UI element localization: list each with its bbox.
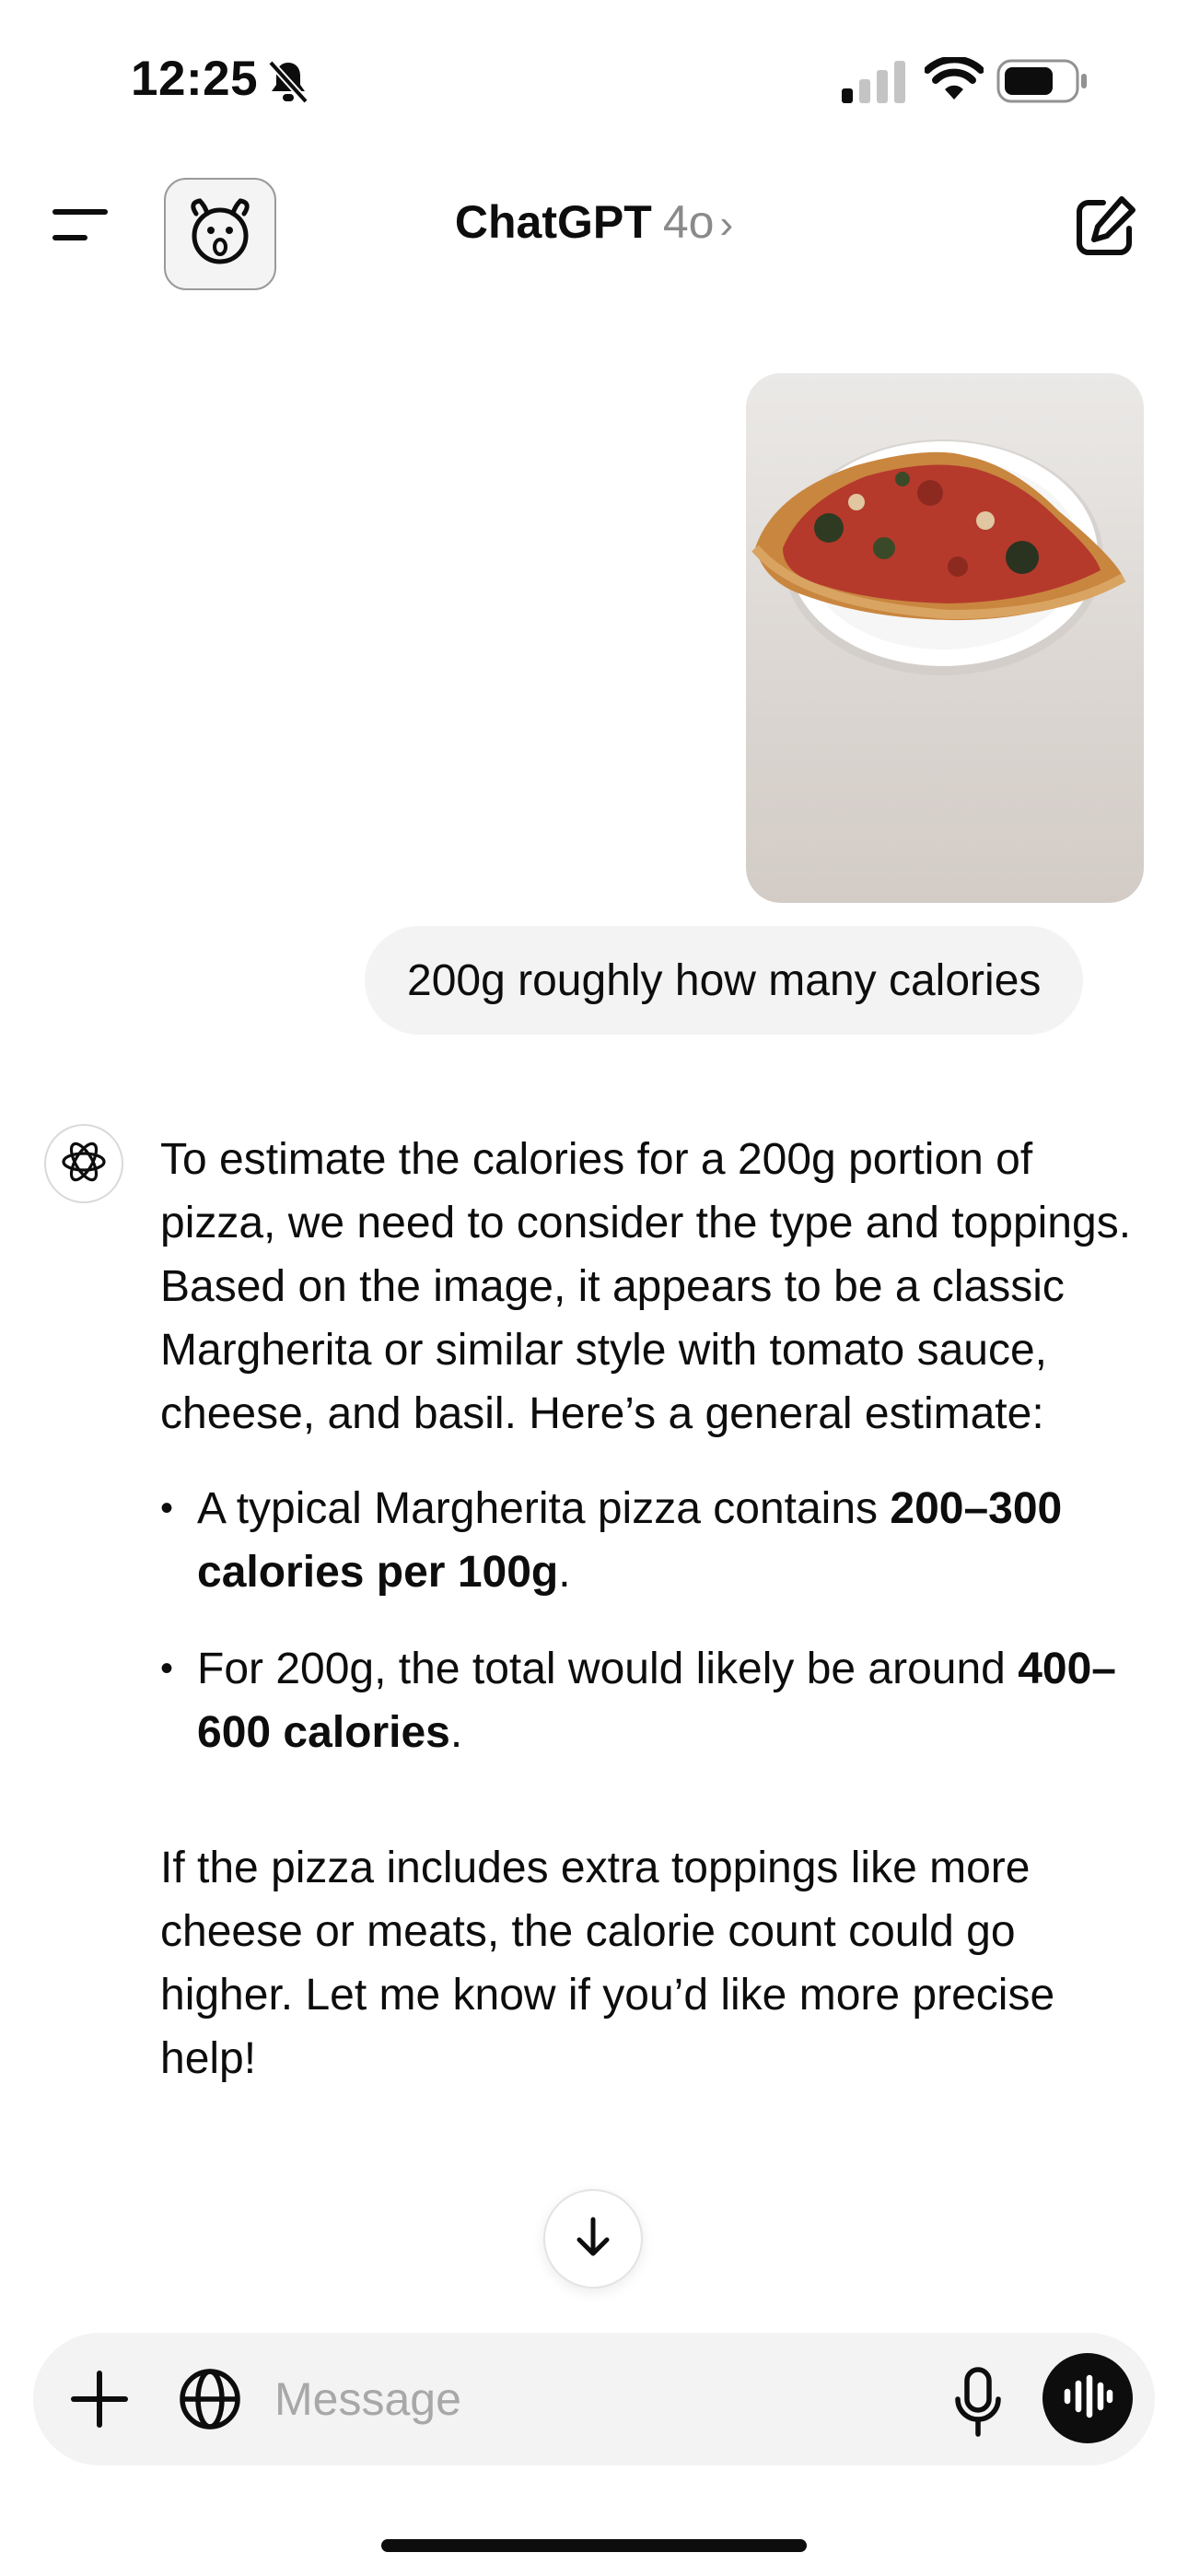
user-message-text: 200g roughly how many calories: [407, 955, 1042, 1005]
wifi-icon: [924, 55, 984, 106]
dictation-button[interactable]: [950, 2364, 1006, 2441]
list-item: A typical Margherita pizza contains 200–…: [160, 1477, 1136, 1604]
new-chat-button[interactable]: [1068, 190, 1142, 263]
assistant-closing: If the pizza includes extra toppings lik…: [160, 1844, 1055, 2083]
scroll-to-bottom-button[interactable]: [543, 2189, 643, 2289]
assistant-message: To estimate the calories for a 200g port…: [160, 1128, 1136, 2090]
microphone-icon: [950, 2367, 1006, 2445]
voice-wave-icon: [1062, 2374, 1113, 2423]
cellular-signal-icon: [842, 61, 906, 108]
openai-logo-icon: [58, 1136, 110, 1192]
assistant-avatar: [44, 1124, 123, 1203]
voice-mode-button[interactable]: [1042, 2353, 1133, 2443]
add-attachment-button[interactable]: [64, 2364, 134, 2434]
web-search-button[interactable]: [173, 2362, 247, 2436]
compose-icon: [1068, 196, 1142, 267]
assistant-bullet-list: A typical Margherita pizza contains 200–…: [160, 1477, 1136, 1764]
model-label: 4o: [662, 196, 715, 248]
battery-icon: [996, 59, 1089, 108]
message-input[interactable]: [274, 2359, 938, 2440]
plus-icon: [64, 2371, 134, 2438]
bullet-after: .: [558, 1548, 571, 1597]
bell-slash-icon: [267, 57, 309, 110]
home-indicator: [381, 2539, 807, 2552]
assistant-intro: To estimate the calories for a 200g port…: [160, 1135, 1132, 1438]
user-attached-image[interactable]: [746, 373, 1144, 903]
chat-title[interactable]: ChatGPT 4o ›: [0, 195, 1188, 249]
arrow-down-icon: [570, 2214, 616, 2265]
chevron-right-icon: ›: [719, 202, 734, 247]
app-title: ChatGPT: [454, 196, 652, 248]
globe-icon: [173, 2369, 247, 2440]
user-message-bubble: 200g roughly how many calories: [365, 926, 1084, 1035]
bullet-text: For 200g, the total would likely be arou…: [197, 1645, 1019, 1693]
bullet-after: .: [449, 1708, 463, 1757]
list-item: For 200g, the total would likely be arou…: [160, 1637, 1136, 1764]
status-time: 12:25: [131, 52, 259, 106]
bullet-text: A typical Margherita pizza contains: [197, 1484, 891, 1533]
